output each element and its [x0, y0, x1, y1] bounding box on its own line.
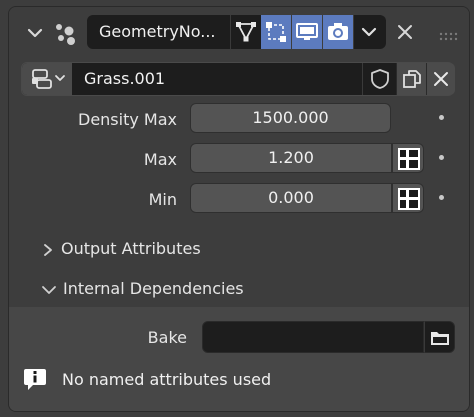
internal-dependencies-subpanel[interactable]: Internal Dependencies	[41, 279, 244, 298]
density-max-label: Density Max	[78, 110, 177, 129]
realtime-viewport-toggle[interactable]	[292, 15, 322, 49]
chevron-down-icon	[42, 285, 56, 294]
monitor-icon	[296, 23, 318, 40]
attribute-table-icon	[398, 148, 420, 170]
named-attributes-info-text: No named attributes used	[62, 370, 272, 389]
duplicate-node-group-button[interactable]	[396, 63, 427, 95]
cage-icon	[266, 22, 286, 42]
min-field[interactable]: 0.000	[190, 183, 392, 213]
close-icon	[434, 72, 448, 86]
min-keyframe-dot[interactable]	[439, 195, 444, 200]
edit-mode-icon	[236, 22, 256, 42]
bake-label: Bake	[147, 328, 187, 347]
max-label: Max	[143, 150, 177, 169]
max-attribute-toggle[interactable]	[392, 143, 424, 173]
panel-body: GeometryNo... Grass.001 Density Max 1500…	[9, 7, 469, 411]
output-attributes-label: Output Attributes	[61, 239, 201, 258]
node-tree-icon	[32, 69, 65, 89]
geometry-nodes-icon	[53, 21, 79, 47]
min-attribute-toggle[interactable]	[392, 183, 424, 213]
render-toggle[interactable]	[323, 15, 353, 49]
browse-node-group-button[interactable]	[22, 63, 72, 95]
folder-icon	[431, 332, 449, 345]
node-group-name-field[interactable]: Grass.001	[84, 63, 165, 95]
info-icon	[23, 367, 47, 391]
remove-modifier-close-icon[interactable]	[394, 21, 416, 43]
density-max-keyframe-dot[interactable]	[439, 115, 444, 120]
geometry-nodes-modifier-panel: GeometryNo... Grass.001 Density Max 1500…	[8, 6, 470, 412]
output-attributes-subpanel[interactable]: Output Attributes	[41, 239, 201, 258]
camera-icon	[328, 23, 348, 40]
bake-path-field[interactable]	[202, 321, 424, 353]
shield-icon	[371, 69, 389, 89]
internal-dependencies-content: Bake No named attributes used	[9, 307, 469, 411]
browse-folder-button[interactable]	[424, 321, 455, 353]
max-keyframe-dot[interactable]	[439, 155, 444, 160]
min-label: Min	[148, 190, 177, 209]
chevron-down-icon	[361, 27, 377, 37]
on-cage-toggle[interactable]	[261, 15, 291, 49]
unlink-node-group-button[interactable]	[426, 63, 455, 95]
internal-dependencies-label: Internal Dependencies	[63, 279, 244, 298]
collapse-chevron-icon[interactable]	[25, 23, 45, 43]
attribute-table-icon	[398, 188, 420, 210]
drag-handle-grip-icon[interactable]	[439, 27, 461, 41]
edit-mode-toggle[interactable]	[230, 15, 260, 49]
density-max-field[interactable]: 1500.000	[190, 103, 391, 133]
fake-user-toggle[interactable]	[362, 63, 397, 95]
modifier-options-dropdown[interactable]	[354, 15, 386, 49]
node-group-selector: Grass.001	[21, 62, 455, 96]
duplicate-icon	[403, 70, 421, 88]
max-field[interactable]: 1.200	[190, 143, 392, 173]
chevron-right-icon	[44, 243, 52, 256]
